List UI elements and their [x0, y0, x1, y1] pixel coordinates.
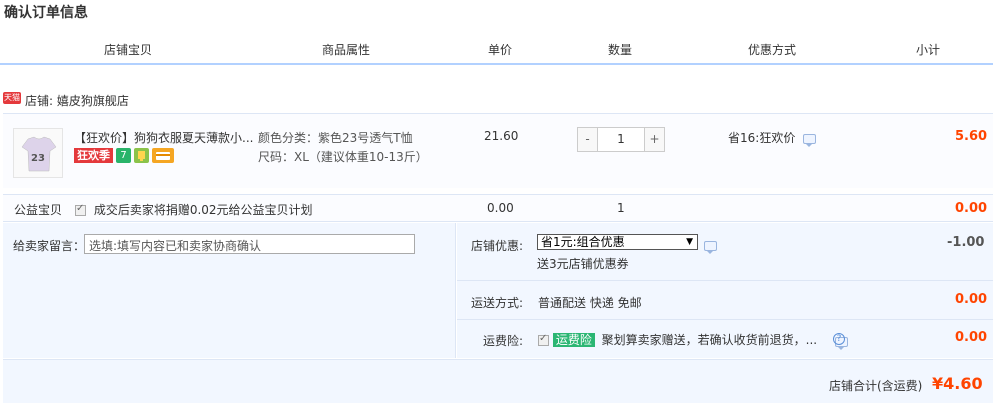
insurance-checkbox[interactable]: [538, 333, 549, 346]
item-promo-text: 省16:狂欢价: [728, 131, 796, 145]
charity-quantity: 1: [617, 201, 625, 215]
insurance-text: 聚划算卖家赠送，若确认收货前退货，...: [601, 333, 818, 347]
promo-info-icon[interactable]: [803, 133, 817, 147]
item-promo: 省16:狂欢价: [728, 129, 817, 147]
page-title: 确认订单信息: [4, 5, 88, 21]
tmall-badge-icon: 天猫: [3, 92, 21, 104]
charity-price: 0.00: [487, 201, 514, 215]
attr-color: 颜色分类：紫色23号透气T恤: [258, 131, 413, 145]
product-thumbnail[interactable]: 23: [13, 128, 63, 178]
seller-message-input[interactable]: 选填:填写内容已和卖家协商确认: [84, 234, 415, 254]
header-divider: [0, 63, 993, 65]
charity-label: 公益宝贝: [14, 203, 63, 217]
col-header-quantity: 数量: [608, 43, 633, 57]
coupon-note: 送3元店铺优惠券: [537, 257, 629, 271]
dropdown-arrow-icon: ▼: [686, 237, 693, 247]
message-label: 给卖家留言：: [13, 239, 86, 253]
insurance-option: 运费险 聚划算卖家赠送，若确认收货前退货，...: [538, 331, 817, 348]
col-header-item: 店铺宝贝: [104, 43, 153, 57]
charity-option: 成交后卖家将捐赠0.02元给公益宝贝计划: [75, 201, 313, 218]
svg-text:23: 23: [31, 153, 45, 164]
shop-discount-label: 店铺优惠:: [471, 239, 524, 253]
col-header-subtotal: 小计: [916, 43, 941, 57]
charity-text: 成交后卖家将捐赠0.02元给公益宝贝计划: [93, 203, 313, 217]
shop-discount-amount: -1.00: [947, 235, 985, 250]
insurance-label: 运费险:: [483, 334, 524, 348]
product-tags: 狂欢季 7: [74, 148, 174, 163]
charity-subtotal: 0.00: [955, 201, 988, 216]
guarantee-icon: [134, 148, 149, 163]
shop-name[interactable]: 店铺: 嬉皮狗旗舰店: [25, 92, 129, 109]
discount-info-icon[interactable]: [704, 240, 717, 254]
insurance-tag: 运费险: [552, 333, 595, 347]
qty-minus-button[interactable]: -: [577, 127, 598, 152]
shipping-label: 运送方式:: [471, 296, 524, 310]
credit-card-icon: [152, 148, 174, 163]
col-header-attributes: 商品属性: [322, 43, 371, 57]
qty-input[interactable]: 1: [598, 127, 644, 152]
quantity-stepper: - 1 +: [577, 127, 665, 152]
help-icon[interactable]: ?: [833, 333, 845, 345]
total-value: ¥4.60: [932, 374, 983, 393]
col-header-discount: 优惠方式: [748, 43, 797, 57]
charity-checkbox[interactable]: [75, 203, 86, 216]
col-header-unit-price: 单价: [488, 43, 513, 57]
insurance-amount: 0.00: [955, 330, 988, 345]
seven-day-return-icon: 7: [116, 148, 131, 163]
divider: [457, 319, 993, 320]
divider: [457, 280, 993, 281]
shipping-amount: 0.00: [955, 292, 988, 307]
shop-discount-select[interactable]: 省1元:组合优惠 ▼: [537, 234, 698, 250]
unit-price: 21.60: [484, 129, 519, 143]
item-subtotal: 5.60: [955, 129, 988, 144]
shipping-method: 普通配送 快递 免邮: [538, 296, 642, 310]
product-title[interactable]: 【狂欢价】狗狗衣服夏天薄款小...: [74, 129, 254, 146]
attr-size: 尺码：XL（建议体重10-13斤）: [258, 150, 428, 164]
shop-discount-selected: 省1元:组合优惠: [541, 235, 625, 249]
qty-plus-button[interactable]: +: [644, 127, 665, 152]
promo-tag: 狂欢季: [74, 148, 113, 163]
total-label: 店铺合计(含运费): [829, 379, 923, 393]
